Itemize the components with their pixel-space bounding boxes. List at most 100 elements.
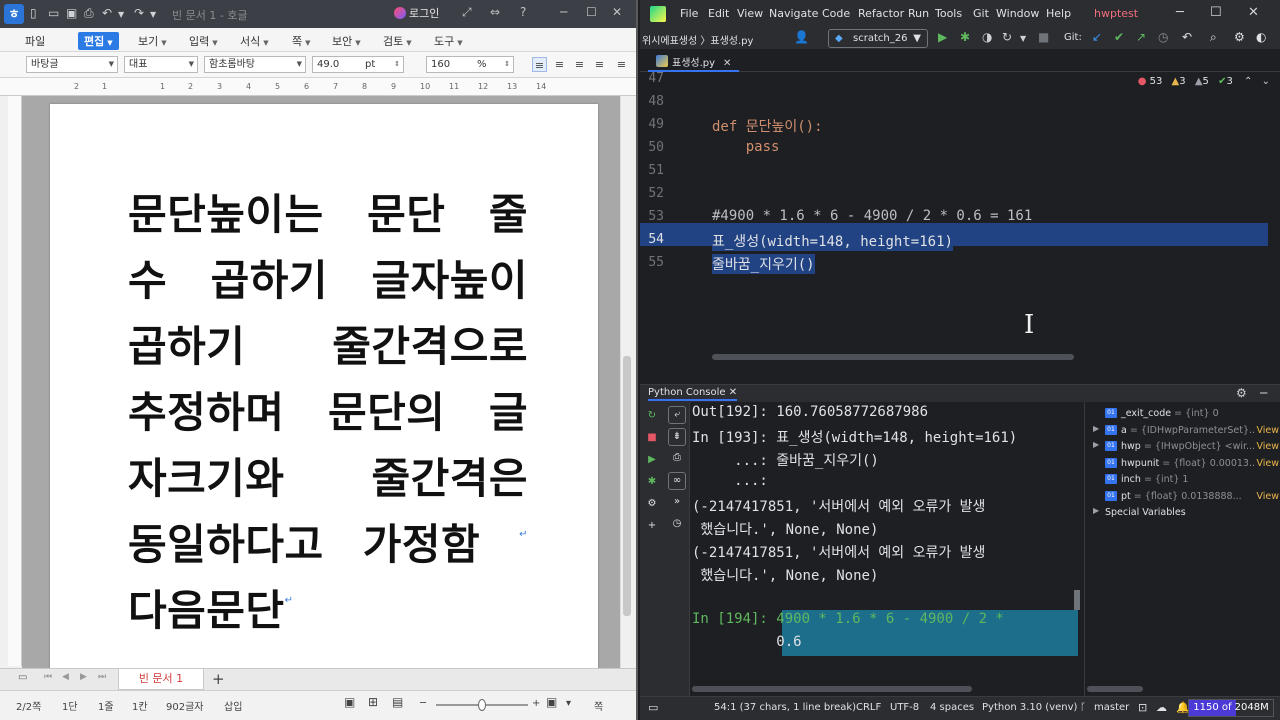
indent-setting[interactable]: 4 spaces bbox=[930, 702, 974, 713]
variable-row[interactable]: 01 _exit_code = {int} 0 bbox=[1085, 406, 1280, 422]
center-align-icon[interactable]: ≡ bbox=[572, 57, 587, 72]
document-body-text[interactable]: 문단높이는 문단 줄 수 곱하기 글자높이 곱하기 줄간격으로 추정하며 문단의 글 자크기와 줄간격은… bbox=[128, 182, 528, 644]
status-mode[interactable]: 삽입 bbox=[224, 698, 242, 713]
run-icon[interactable]: ▶ bbox=[938, 30, 947, 44]
font-category-select[interactable]: 대표 ▼ bbox=[124, 56, 198, 73]
code-line[interactable]: #4900 * 1.6 * 6 - 4900 / 2 * 0.6 = 161 bbox=[712, 208, 1032, 224]
soft-wrap-icon[interactable]: ⤶ bbox=[668, 406, 686, 424]
menu-tools[interactable]: 도구 ▼ bbox=[434, 33, 463, 49]
expand-arrow-icon[interactable]: ▶ bbox=[1093, 424, 1099, 433]
menu-file[interactable]: File bbox=[680, 7, 698, 20]
breadcrumb[interactable]: 위시에표생성 〉표생성.py bbox=[642, 32, 753, 47]
line-separator[interactable]: CRLF bbox=[856, 702, 881, 713]
tab-python-console[interactable]: Python Console ✕ bbox=[648, 387, 738, 401]
view-link[interactable]: View bbox=[1254, 441, 1279, 452]
stepper-icon[interactable]: ⇕ bbox=[504, 57, 510, 72]
next-problem-icon[interactable]: ⌄ bbox=[1262, 76, 1270, 87]
history-icon[interactable]: ◷ bbox=[1158, 30, 1168, 44]
menu-view[interactable]: View bbox=[737, 7, 763, 20]
plugins-icon[interactable]: ◐ bbox=[1256, 30, 1266, 44]
python-console-output[interactable]: Out[192]: 160.76058772687986 In [193]: 표_… bbox=[690, 402, 1082, 696]
add-tab-icon[interactable]: + bbox=[212, 670, 225, 688]
editor-error-stripe[interactable] bbox=[1270, 90, 1277, 346]
code-line[interactable]: 줄바꿈_지우기() bbox=[712, 254, 815, 274]
menu-page[interactable]: 쪽 ▼ bbox=[292, 33, 311, 49]
file-encoding[interactable]: UTF-8 bbox=[890, 702, 919, 713]
scrollbar-thumb[interactable] bbox=[623, 356, 631, 616]
right-align-icon[interactable]: ≡ bbox=[592, 57, 607, 72]
interpreter[interactable]: Python 3.10 (venv) bbox=[982, 702, 1077, 713]
justify-align-icon[interactable]: ≡ bbox=[532, 57, 547, 72]
font-name-select[interactable]: 함초롬바탕 ▼ bbox=[204, 56, 306, 73]
run-config-select[interactable]: ◆ scratch_26 ▼ bbox=[828, 29, 928, 48]
last-tab-icon[interactable]: ⏭ bbox=[98, 672, 106, 682]
memory-indicator[interactable]: 1150 of 2048M bbox=[1188, 699, 1274, 717]
menu-git[interactable]: Git bbox=[973, 7, 989, 20]
console-settings-gear-icon[interactable]: ⚙ bbox=[1236, 386, 1247, 400]
hide-panel-icon[interactable]: ─ bbox=[1260, 386, 1267, 400]
more-align-icon[interactable]: ≡ bbox=[614, 57, 629, 72]
tab-list-icon[interactable]: ▭ bbox=[18, 672, 27, 683]
console-settings-icon[interactable]: ⚙ bbox=[646, 498, 658, 510]
font-size-field[interactable]: 49.0 pt ⇕ bbox=[312, 56, 404, 73]
zoom-out-icon[interactable]: ─ bbox=[420, 698, 426, 709]
menu-review[interactable]: 검토 ▼ bbox=[383, 33, 412, 49]
settings-gear-icon[interactable]: ⚙ bbox=[1234, 30, 1245, 44]
left-align-icon[interactable]: ≡ bbox=[552, 57, 567, 72]
more-actions-icon[interactable]: » bbox=[668, 494, 686, 512]
menu-refactor[interactable]: Refactor bbox=[858, 7, 904, 20]
menu-edit[interactable]: Edit bbox=[708, 7, 729, 20]
history-icon[interactable]: ◷ bbox=[668, 516, 686, 534]
first-tab-icon[interactable]: ⏮ bbox=[44, 672, 52, 682]
view-page-icon[interactable]: ▤ bbox=[392, 695, 403, 709]
document-vertical-scrollbar[interactable] bbox=[620, 96, 632, 668]
zoom-mode[interactable]: 쪽 bbox=[594, 698, 603, 713]
zoom-in-icon[interactable]: + bbox=[532, 698, 540, 709]
editor-horizontal-scrollbar[interactable] bbox=[712, 354, 1074, 360]
expand-arrow-icon[interactable]: ▶ bbox=[1093, 506, 1099, 515]
code-line[interactable]: pass bbox=[712, 139, 780, 155]
scroll-end-icon[interactable]: ⇟ bbox=[668, 428, 686, 446]
variable-row[interactable]: 01 inch = {int} 1 bbox=[1085, 472, 1280, 488]
variable-row[interactable]: ▶ Special Variables bbox=[1085, 505, 1280, 521]
variable-row[interactable]: ▶ 01 hwp = {IHwpObject} <wir... View bbox=[1085, 439, 1280, 455]
zoom-fit-icon[interactable]: ▣ bbox=[546, 695, 557, 709]
undo-icon[interactable]: ↶ bbox=[102, 6, 112, 20]
variables-horizontal-scrollbar[interactable] bbox=[1087, 686, 1143, 692]
open-folder-icon[interactable]: ▭ bbox=[48, 6, 59, 20]
style-select[interactable]: 바탕글 ▼ bbox=[26, 56, 118, 73]
horizontal-ruler[interactable]: 2 1 1 2 3 4 5 6 7 8 9 10 11 12 13 14 bbox=[0, 78, 636, 96]
line-number[interactable]: 51 bbox=[640, 163, 664, 178]
line-number[interactable]: 53 bbox=[640, 209, 664, 224]
code-editor[interactable]: ● 53 ▲3 ▲5 ✔3 ⌃ ⌄ 47 48 49 50 51 52 53 54 55 def… bbox=[640, 71, 1280, 364]
line-spacing-field[interactable]: 160% ⇕ bbox=[426, 56, 514, 73]
menu-tools[interactable]: Tools bbox=[935, 7, 962, 20]
line-number[interactable]: 49 bbox=[640, 117, 664, 132]
close-button[interactable]: ✕ bbox=[612, 5, 622, 19]
line-number[interactable]: 47 bbox=[640, 71, 664, 86]
qa-dropdown-icon[interactable]: ▼ bbox=[118, 10, 124, 19]
panel-toggle-icon[interactable]: ▭ bbox=[648, 701, 658, 714]
line-number[interactable]: 48 bbox=[640, 94, 664, 109]
lock-icon[interactable]: ⊡ bbox=[1138, 701, 1147, 714]
new-console-icon[interactable]: + bbox=[646, 520, 658, 532]
expand-arrow-icon[interactable]: ▶ bbox=[1093, 440, 1099, 449]
zoom-slider-thumb[interactable] bbox=[478, 699, 486, 711]
cloud-icon[interactable]: ☁ bbox=[1156, 701, 1167, 714]
rerun-icon[interactable]: ↻ bbox=[646, 410, 658, 422]
prev-problem-icon[interactable]: ⌃ bbox=[1244, 76, 1252, 87]
view-normal-icon[interactable]: ▣ bbox=[344, 695, 355, 709]
save-icon[interactable]: ▣ bbox=[66, 6, 77, 20]
menu-edit[interactable]: 편집 ▼ bbox=[78, 32, 119, 50]
user-icon[interactable]: 👤 bbox=[794, 30, 809, 44]
line-number[interactable]: 50 bbox=[640, 140, 664, 155]
git-push-icon[interactable]: ↗ bbox=[1136, 30, 1146, 44]
help-button[interactable]: ? bbox=[520, 5, 526, 19]
close-tab-icon[interactable]: ✕ bbox=[723, 58, 731, 69]
inspection-widget[interactable]: ● 53 ▲3 ▲5 ✔3 ⌃ ⌄ bbox=[1138, 76, 1270, 87]
show-variables-icon[interactable]: ∞ bbox=[668, 472, 686, 490]
console-horizontal-scrollbar[interactable] bbox=[692, 686, 972, 692]
git-branch[interactable]: master bbox=[1094, 702, 1129, 713]
debug-icon[interactable]: ✱ bbox=[960, 30, 970, 44]
maximize-button[interactable]: ☐ bbox=[586, 5, 597, 19]
